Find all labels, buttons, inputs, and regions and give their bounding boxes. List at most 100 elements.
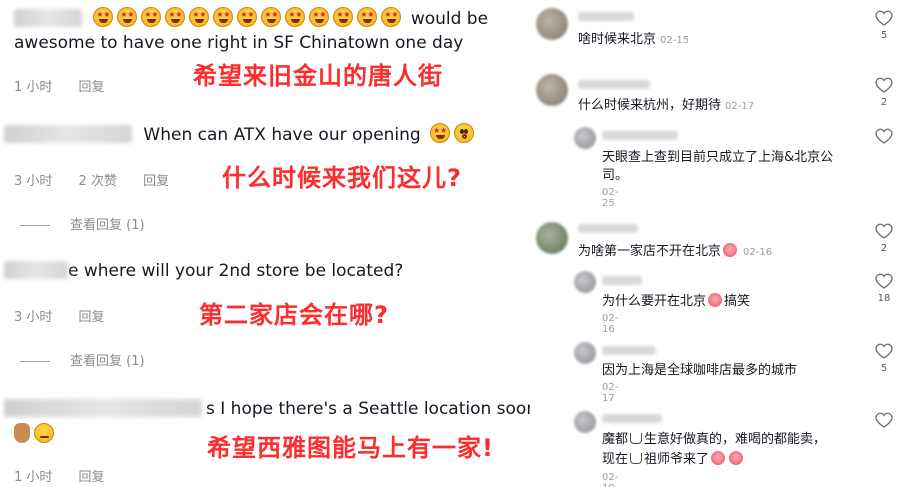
comment-text: 为啥第一家店不开在北京 02-16 — [578, 242, 772, 263]
comment-body-b: 生意好做真的，难喝的都能卖， — [644, 432, 827, 447]
heart-outline-icon — [875, 128, 893, 144]
comment-text: e where will your 2nd store be located? — [68, 261, 404, 281]
comment-body-2: 现在 — [602, 452, 629, 467]
like-button[interactable]: 5 — [872, 10, 896, 41]
comment-body: 魔都 — [602, 432, 629, 447]
blurred-username[interactable] — [578, 224, 638, 233]
blurred-username[interactable] — [602, 414, 662, 423]
avatar[interactable] — [536, 8, 568, 40]
star-struck-emoji-row — [93, 7, 410, 29]
avatar[interactable] — [574, 342, 596, 364]
heart-outline-icon — [875, 412, 893, 428]
comment-text-line2: awesome to have one right in SF Chinatow… — [14, 33, 464, 53]
comment-text: When can ATX have our opening — [143, 125, 421, 145]
comment-body: 为啥第一家店不开在北京 — [578, 244, 722, 259]
divider-dash — [20, 225, 50, 226]
blurred-username[interactable] — [602, 346, 656, 355]
hand-emoji-icon — [14, 423, 30, 443]
blurred-username — [4, 125, 132, 143]
comment-time: 3 小时 — [14, 310, 53, 325]
star-struck-emoji-icon — [213, 7, 234, 27]
heart-outline-icon — [875, 273, 893, 289]
comment-body: 啥时候来北京 — [578, 32, 657, 47]
comment-text: 什么时候来杭州，好期待 02-17 — [578, 96, 754, 117]
star-struck-emoji-icon — [261, 7, 282, 27]
comment-text: s I hope there's a Seattle location soon… — [206, 399, 530, 419]
comment-meta: 1 小时 回复 — [14, 76, 127, 95]
star-struck-emoji-icon — [117, 7, 138, 27]
view-replies-button[interactable]: 查看回复 (1) — [20, 350, 145, 369]
comment-text: would be — [410, 9, 489, 29]
comment-text-line2: 现在 祖师爷来了 — [602, 450, 745, 470]
comment-date: 02-16 — [743, 247, 773, 258]
translation-annotation: 希望来旧金山的唐人街 — [193, 62, 443, 90]
like-button[interactable]: 2 — [872, 77, 896, 108]
left-comment-4-line1: s I hope there's a Seattle location soon… — [4, 396, 530, 422]
comment-date: 02-17 — [602, 382, 619, 404]
like-count[interactable]: 2 次赞 — [79, 174, 117, 189]
blurred-username[interactable] — [578, 12, 634, 21]
translation-annotation: 什么时候来我们这儿? — [222, 164, 462, 192]
comment-text: 因为上海是全球咖啡店最多的城市 — [602, 363, 798, 378]
left-comment-2-line1: When can ATX have our opening — [4, 122, 478, 148]
comment-date: 02-15 — [660, 35, 690, 46]
like-count: 5 — [880, 30, 888, 41]
coffee-emoji-icon — [630, 433, 643, 444]
comment-date: 02-25 — [602, 187, 619, 209]
avatar[interactable] — [536, 222, 568, 254]
view-replies-button[interactable]: 查看回复 (1) — [20, 214, 145, 233]
star-struck-emoji-icon — [141, 7, 162, 27]
left-comment-3-line1: e where will your 2nd store be located? — [4, 258, 403, 284]
comment-date: 02-17 — [725, 101, 755, 112]
comment-body: 为什么要开在北京 — [602, 294, 707, 309]
comment-text-line2: 司。 — [602, 168, 629, 183]
sweat-smile-emoji-icon — [34, 423, 54, 443]
comment-text: 啥时候来北京 02-15 — [578, 30, 689, 51]
heart-outline-icon — [875, 223, 893, 239]
star-struck-emoji-icon — [430, 123, 451, 143]
avatar[interactable] — [574, 271, 596, 293]
reply-button[interactable]: 回复 — [143, 174, 169, 189]
avatar[interactable] — [574, 411, 596, 433]
blurred-username[interactable] — [578, 80, 650, 89]
view-replies-label: 查看回复 (1) — [70, 218, 145, 233]
flushed-emoji-icon — [454, 123, 475, 143]
star-struck-emoji-icon — [381, 7, 402, 27]
reply-button[interactable]: 回复 — [79, 80, 105, 95]
divider-dash — [20, 361, 50, 362]
like-button[interactable]: 2 — [872, 223, 896, 254]
like-button[interactable] — [872, 128, 896, 144]
star-struck-emoji-icon — [237, 7, 258, 27]
avatar[interactable] — [536, 74, 568, 106]
like-button[interactable] — [872, 412, 896, 428]
comment-meta: 1 小时 回复 — [14, 466, 127, 485]
blurred-username[interactable] — [602, 131, 678, 140]
right-comment-panel: 啥时候来北京 02-15 5 什么时候来杭州，好期待 02-17 2 天眼查上查到目… — [530, 0, 906, 487]
like-button[interactable]: 18 — [872, 273, 896, 304]
clown-emoji-icon — [729, 451, 744, 465]
comment-date: 02-19 — [602, 472, 619, 487]
reply-button[interactable]: 回复 — [79, 470, 105, 485]
translation-annotation: 第二家店会在哪? — [199, 301, 389, 329]
star-struck-emoji-icon — [309, 7, 330, 27]
like-count: 18 — [877, 293, 891, 304]
comment-text: 天眼查上查到目前只成立了上海&北京公 — [602, 150, 834, 165]
left-comment-panel: would be awesome to have one right in SF… — [0, 0, 530, 487]
avatar[interactable] — [574, 127, 596, 149]
like-count: 2 — [880, 97, 888, 108]
heart-outline-icon — [875, 343, 893, 359]
blurred-username — [4, 261, 68, 279]
clown-emoji-icon — [711, 451, 726, 465]
star-struck-emoji-icon — [165, 7, 186, 27]
blurred-username — [14, 9, 82, 27]
clown-emoji-icon — [723, 243, 738, 257]
like-button[interactable]: 5 — [872, 343, 896, 374]
reply-button[interactable]: 回复 — [79, 310, 105, 325]
star-struck-emoji-icon — [357, 7, 378, 27]
view-replies-label: 查看回复 (1) — [70, 354, 145, 369]
star-struck-emoji-icon — [93, 7, 114, 27]
blurred-username[interactable] — [602, 276, 642, 285]
star-struck-emoji-icon — [333, 7, 354, 27]
comment-body: 什么时候来杭州，好期待 — [578, 98, 722, 113]
comment-text: 魔都 生意好做真的，难喝的都能卖， — [602, 430, 826, 450]
